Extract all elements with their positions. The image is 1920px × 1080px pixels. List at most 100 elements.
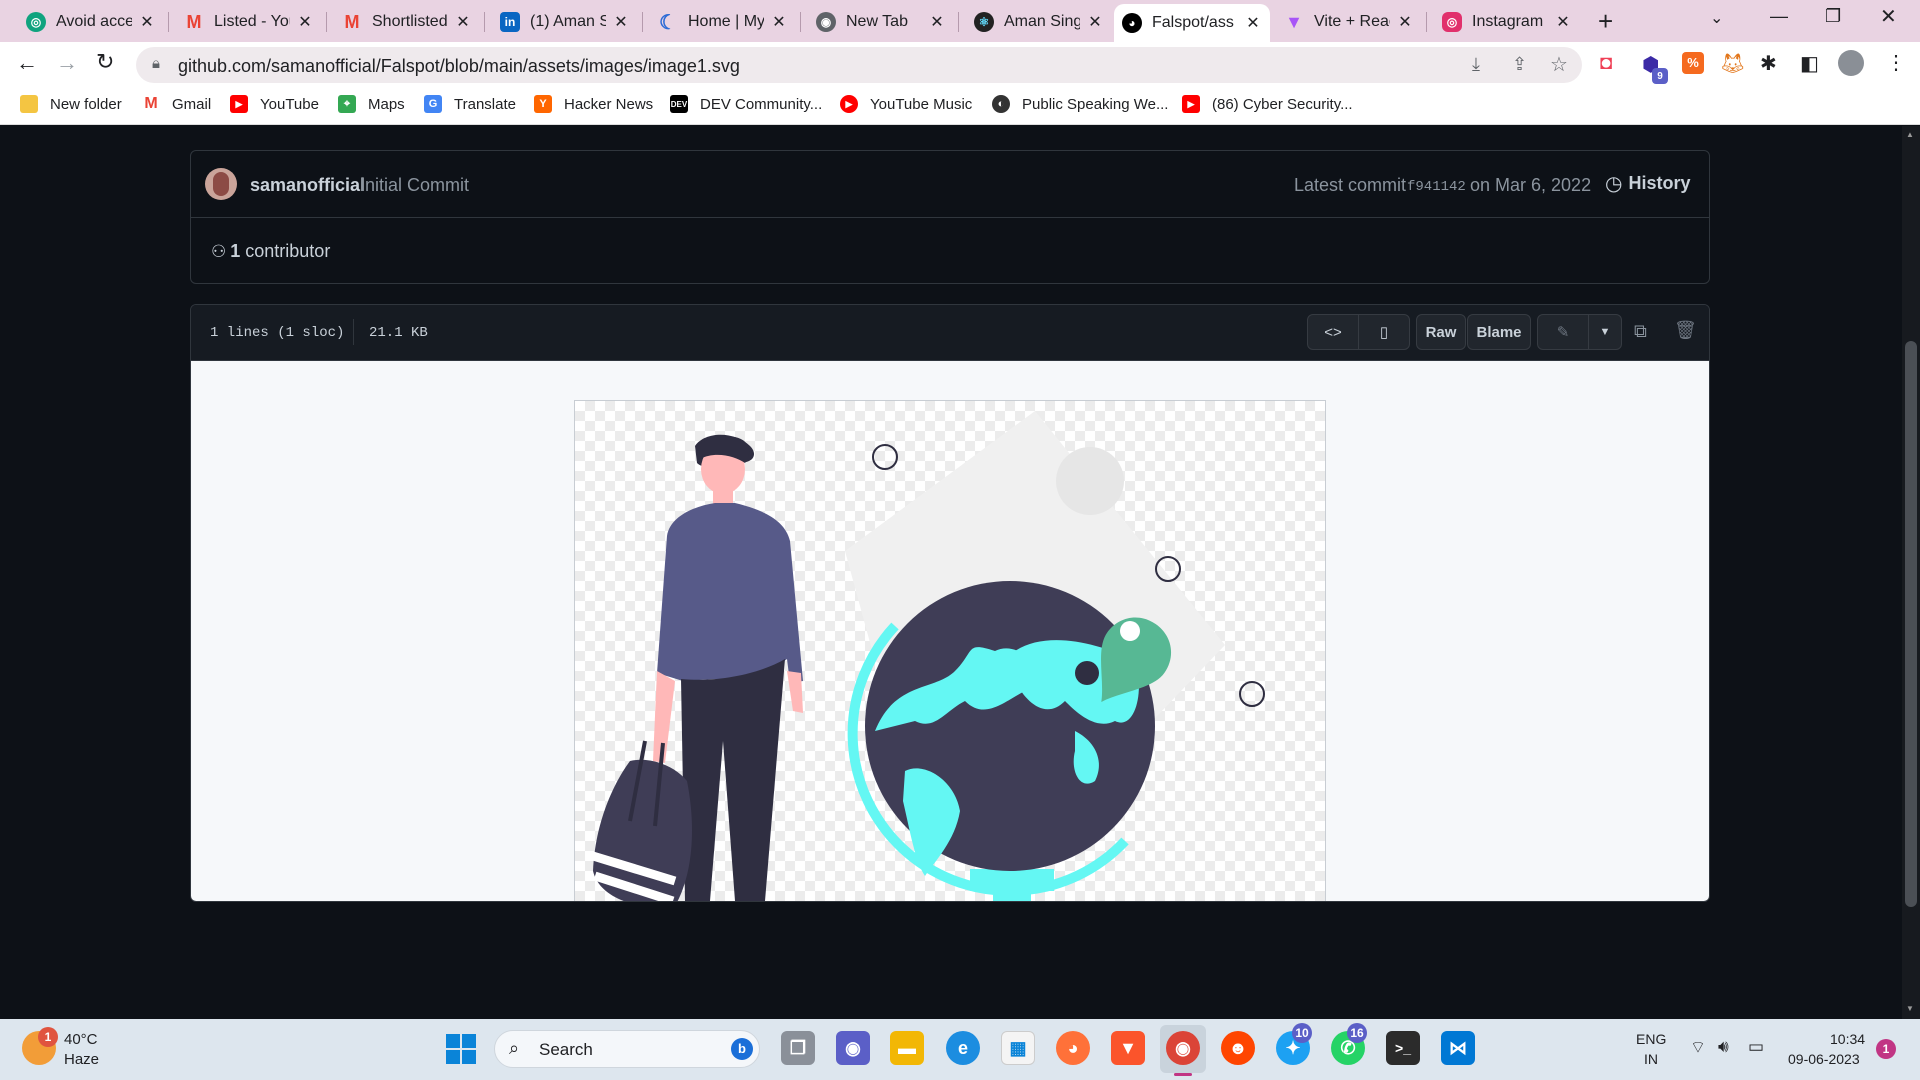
restore-icon[interactable]: ❐ — [1825, 6, 1841, 27]
tab-9[interactable]: ◎ Instagram ✕ — [1434, 6, 1580, 38]
tab-0[interactable]: ◎ Avoid acces ✕ — [18, 6, 164, 38]
vscode-icon[interactable]: ⋈ — [1441, 1031, 1475, 1065]
page-scrollbar[interactable]: ▲ ▼ — [1902, 126, 1920, 1019]
close-icon[interactable]: ✕ — [296, 12, 314, 32]
reload-icon[interactable]: ↻ — [96, 49, 114, 75]
terminal-icon[interactable]: >_ — [1386, 1031, 1420, 1065]
menu-kebab-icon[interactable]: ⋮ — [1886, 50, 1906, 75]
metamask-icon[interactable]: 🦊︎ — [1720, 51, 1745, 76]
commit-message-link[interactable]: Initial Commit — [360, 175, 469, 196]
blame-button[interactable]: Blame — [1467, 314, 1531, 350]
folder-icon — [20, 95, 38, 113]
chrome-icon[interactable]: ◉ — [1166, 1031, 1200, 1065]
close-icon[interactable]: ✕ — [612, 12, 630, 32]
history-clock-icon: ◷ — [1605, 173, 1623, 195]
trash-icon[interactable]: 🗑︎ — [1674, 320, 1697, 341]
author-avatar[interactable] — [205, 168, 237, 200]
close-icon[interactable]: ✕ — [138, 12, 156, 32]
commit-sha-link[interactable]: f941142 — [1407, 179, 1466, 195]
new-tab-icon[interactable]: + — [1598, 6, 1613, 37]
battery-icon[interactable]: ▭ — [1748, 1037, 1764, 1057]
close-icon[interactable]: ✕ — [770, 12, 788, 32]
brave-icon[interactable]: ▼ — [1111, 1031, 1145, 1065]
edit-button[interactable]: ✎ — [1537, 314, 1589, 350]
close-icon[interactable]: ✕ — [454, 12, 472, 32]
scrollbar-thumb[interactable] — [1905, 341, 1917, 907]
clock-time[interactable]: 10:34 — [1830, 1031, 1865, 1047]
react-icon: ⚛ — [974, 12, 994, 32]
commit-author-link[interactable]: samanofficial — [250, 175, 365, 196]
chatgpt-icon: ◎ — [26, 12, 46, 32]
scroll-up-icon[interactable]: ▲ — [1906, 130, 1914, 139]
pocket-icon[interactable]: ◘ — [1600, 52, 1612, 75]
volume-icon[interactable]: 🔊︎ — [1718, 1037, 1729, 1057]
bookmark-gmail[interactable]: M Gmail — [142, 95, 211, 113]
display-source-button[interactable]: <> — [1307, 314, 1359, 350]
firefox-icon[interactable]: ◕ — [1056, 1031, 1090, 1065]
extensions-puzzle-icon[interactable]: ✱ — [1760, 51, 1777, 76]
install-icon[interactable]: ⤓ — [1472, 54, 1480, 75]
close-window-icon[interactable]: ✕ — [1880, 4, 1897, 29]
edit-dropdown-button[interactable]: ▼ — [1588, 314, 1622, 350]
forward-icon[interactable]: → — [56, 50, 78, 76]
people-icon: ⚇ — [211, 241, 227, 261]
globe-icon: ◐ — [992, 95, 1010, 113]
bookmark-new-folder[interactable]: New folder — [20, 95, 122, 113]
tab-8[interactable]: ▼ Vite + Reac ✕ — [1276, 6, 1422, 38]
bookmark-translate[interactable]: G Translate — [424, 95, 516, 113]
side-panel-icon[interactable]: ◧ — [1800, 51, 1819, 76]
history-button[interactable]: ◷ History — [1605, 171, 1690, 196]
windows-start-icon[interactable] — [446, 1034, 476, 1064]
copy-icon[interactable]: ⧉ — [1634, 321, 1647, 342]
weather-desc[interactable]: Haze — [64, 1051, 99, 1068]
raw-button[interactable]: Raw — [1416, 314, 1466, 350]
store-icon[interactable]: ▦ — [1001, 1031, 1035, 1065]
close-icon[interactable]: ✕ — [1244, 13, 1262, 33]
close-icon[interactable]: ✕ — [1396, 12, 1414, 32]
close-icon[interactable]: ✕ — [1554, 12, 1572, 32]
share-icon[interactable]: ⇪ — [1512, 54, 1527, 75]
tab-1[interactable]: M Listed - You ✕ — [176, 6, 322, 38]
pencil-icon: ✎ — [1556, 324, 1570, 341]
clock-date[interactable]: 09-06-2023 — [1788, 1051, 1860, 1067]
bookmark-maps[interactable]: ⌖ Maps — [338, 95, 405, 113]
task-view-icon[interactable]: ❐ — [781, 1031, 815, 1065]
address-bar[interactable]: 🔒︎ github.com/samanofficial/Falspot/blob… — [136, 47, 1582, 83]
contributors-link[interactable]: ⚇ 1 contributor — [211, 241, 330, 262]
reddit-icon[interactable]: ☻ — [1221, 1031, 1255, 1065]
scroll-down-icon[interactable]: ▼ — [1906, 1004, 1914, 1013]
tab-5[interactable]: ◉ New Tab ✕ — [808, 6, 954, 38]
tab-2[interactable]: M Shortlisted: ✕ — [334, 6, 480, 38]
bookmark-star-icon[interactable]: ☆ — [1550, 52, 1568, 77]
coupon-extension-icon[interactable]: % — [1682, 52, 1704, 74]
tab-search-chevron-icon[interactable]: ⌄ — [1710, 8, 1723, 28]
bookmark-youtube[interactable]: ▶ YouTube — [230, 95, 319, 113]
region-indicator[interactable]: IN — [1644, 1051, 1658, 1067]
bookmark-cyber-security[interactable]: ▶ (86) Cyber Security... — [1182, 95, 1353, 113]
youtube-icon: ▶ — [1182, 95, 1200, 113]
tab-3[interactable]: in (1) Aman Si ✕ — [492, 6, 638, 38]
profile-avatar[interactable] — [1838, 50, 1864, 76]
language-indicator[interactable]: ENG — [1636, 1031, 1666, 1047]
bookmark-hacker-news[interactable]: Y Hacker News — [534, 95, 653, 113]
teams-chat-icon[interactable]: ◉ — [836, 1031, 870, 1065]
close-icon[interactable]: ✕ — [1086, 12, 1104, 32]
close-icon[interactable]: ✕ — [928, 12, 946, 32]
bookmark-youtube-music[interactable]: ▶ YouTube Music — [840, 95, 972, 113]
weather-temp[interactable]: 40°C — [64, 1031, 98, 1048]
bookmark-dev-community[interactable]: DEV DEV Community... — [670, 95, 822, 113]
tab-7-active[interactable]: ◕ Falspot/ass ✕ — [1114, 4, 1270, 42]
notification-badge[interactable]: 1 — [1876, 1039, 1896, 1059]
wifi-icon[interactable]: ⌔ — [1690, 1037, 1706, 1058]
display-rendered-button[interactable]: ▯ — [1358, 314, 1410, 350]
file-explorer-icon[interactable]: ▬ — [890, 1031, 924, 1065]
taskbar-search-box[interactable]: ⌕ Search b — [494, 1030, 760, 1068]
gmail-icon: M — [144, 95, 158, 112]
back-icon[interactable]: ← — [16, 50, 38, 76]
minimize-icon[interactable]: — — [1770, 6, 1788, 27]
edge-icon[interactable]: e — [946, 1031, 980, 1065]
tab-6[interactable]: ⚛ Aman Singh ✕ — [966, 6, 1112, 38]
tab-4[interactable]: ☾ Home | My ✕ — [650, 6, 796, 38]
active-indicator — [1174, 1073, 1192, 1076]
bookmark-public-speaking[interactable]: ◐ Public Speaking We... — [992, 95, 1168, 113]
